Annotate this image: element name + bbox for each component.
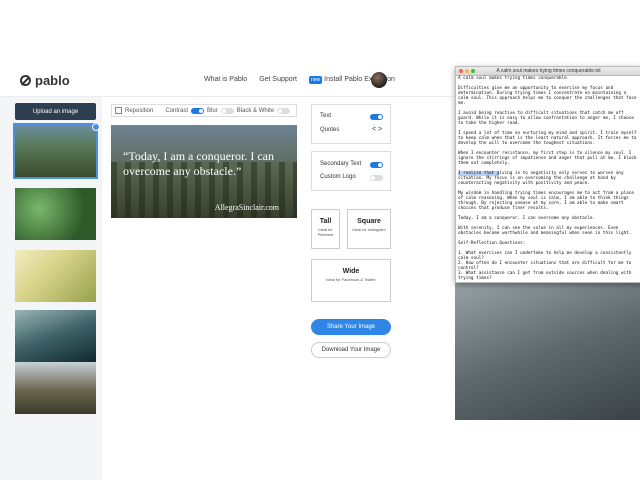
quotes-nav-arrows[interactable]: < > — [372, 126, 382, 133]
custom-logo-label: Custom Logo — [320, 174, 356, 180]
quotes-label: Quotes — [320, 127, 340, 133]
editor-paragraph: I avoid being reactive to difficult situ… — [458, 111, 637, 126]
background-photo — [455, 280, 640, 420]
text-options-panel: Text Quotes < > — [311, 104, 391, 144]
size-square-desc: Ideal for Instagram — [352, 227, 386, 232]
editor-paragraph: A calm soul makes trying times conquerab… — [458, 76, 570, 81]
blur-label: Blur — [207, 107, 218, 114]
close-window-icon[interactable] — [459, 69, 463, 73]
avatar[interactable] — [371, 72, 387, 88]
text-toggle[interactable] — [370, 114, 383, 120]
editor-paragraph: Difficulties give me an opportunity to e… — [458, 86, 640, 106]
minimize-window-icon[interactable] — [465, 69, 469, 73]
contrast-toggle[interactable] — [191, 107, 205, 114]
editor-paragraph: Self-Reflection Questions: — [458, 241, 526, 246]
image-thumbnail[interactable] — [13, 123, 98, 179]
download-image-button[interactable]: Download Your Image — [311, 342, 391, 358]
editor-paragraph: 1. What exercises can I undertake to hel… — [458, 251, 632, 281]
image-thumbnail[interactable] — [15, 310, 96, 362]
quote-text[interactable]: “Today, I am a conqueror. I can overcome… — [123, 149, 293, 179]
nav-links: What is Pablo Get Support new Install Pab… — [204, 76, 395, 84]
selected-check-icon — [92, 123, 100, 131]
blur-toggle[interactable] — [220, 107, 234, 114]
image-thumbnail[interactable] — [15, 250, 96, 302]
reposition-button[interactable]: Reposition — [125, 108, 153, 114]
editor-title: A calm soul makes trying times conquerab… — [496, 68, 601, 74]
size-square-option[interactable]: Square Ideal for Instagram — [347, 209, 391, 249]
image-canvas[interactable]: “Today, I am a conqueror. I can overcome… — [111, 125, 297, 218]
editor-paragraph: Today, I am a conqueror. I can overcome … — [458, 216, 596, 221]
pablo-logo-icon — [20, 75, 31, 86]
size-tall-option[interactable]: Tall Ideal for Pinterest — [311, 209, 340, 249]
custom-logo-toggle[interactable] — [370, 175, 383, 181]
bw-label: Black & White — [236, 107, 275, 114]
reposition-icon — [115, 107, 122, 114]
nav-link-get-support[interactable]: Get Support — [259, 76, 297, 83]
text-label: Text — [320, 113, 332, 119]
secondary-text-toggle[interactable] — [370, 162, 383, 168]
size-tall-title: Tall — [319, 218, 332, 225]
editor-paragraph: With serenity, I can see the value in al… — [458, 226, 632, 236]
size-wide-desc: Ideal for Facebook & Twitter — [326, 277, 376, 282]
app-name: pablo — [35, 73, 70, 88]
size-square-title: Square — [357, 218, 381, 225]
text-editor-window[interactable]: A calm soul makes trying times conquerab… — [455, 66, 640, 283]
maximize-window-icon[interactable] — [471, 69, 475, 73]
image-thumbnail[interactable] — [15, 188, 96, 240]
editor-text-area[interactable]: A calm soul makes trying times conquerab… — [458, 76, 638, 281]
editor-titlebar[interactable]: A calm soul makes trying times conquerab… — [456, 67, 640, 76]
size-wide-option[interactable]: Wide Ideal for Facebook & Twitter — [311, 259, 391, 302]
upload-image-button[interactable]: Upload an image — [15, 103, 96, 120]
pablo-logo[interactable]: pablo — [20, 73, 70, 88]
author-text[interactable]: AllegraSinclair.com — [215, 203, 279, 212]
share-image-button[interactable]: Share Your Image — [311, 319, 391, 335]
size-wide-title: Wide — [342, 268, 360, 275]
secondary-options-panel: Secondary Text Custom Logo — [311, 151, 391, 191]
editor-paragraph: My wisdom in handling trying times encou… — [458, 191, 637, 211]
image-thumbnail[interactable] — [15, 362, 96, 414]
bw-toggle[interactable] — [277, 107, 291, 114]
image-toolbar: Reposition Contrast Blur Black & White — [111, 104, 297, 117]
editor-paragraph: I spend a lot of time on nurturing my mi… — [458, 131, 640, 146]
size-tall-desc: Ideal for Pinterest — [317, 227, 334, 237]
editor-paragraph: When I encounter resistance, my first st… — [458, 151, 640, 166]
nav-link-what-is-pablo[interactable]: What is Pablo — [204, 76, 247, 83]
contrast-label: Contrast — [165, 107, 189, 114]
secondary-text-label: Secondary Text — [320, 161, 362, 167]
new-badge: new — [308, 76, 323, 84]
